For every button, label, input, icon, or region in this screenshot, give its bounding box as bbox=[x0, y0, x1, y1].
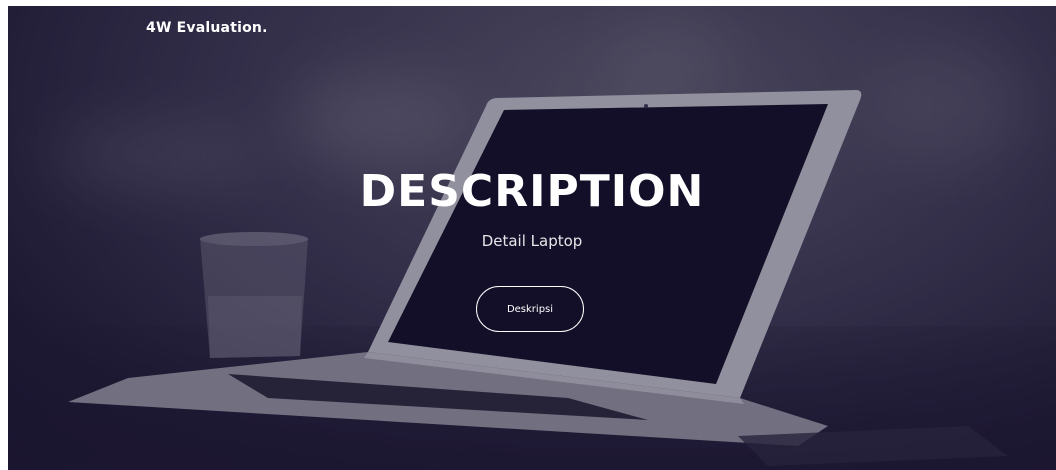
brand-logo[interactable]: 4W Evaluation. bbox=[146, 20, 268, 36]
hero-subtitle: Detail Laptop bbox=[481, 232, 583, 250]
hero-section: 4W Evaluation. DESCRIPTION Detail Laptop… bbox=[8, 6, 1056, 470]
hero-title: DESCRIPTION bbox=[359, 166, 705, 217]
deskripsi-button[interactable]: Deskripsi bbox=[476, 286, 584, 332]
